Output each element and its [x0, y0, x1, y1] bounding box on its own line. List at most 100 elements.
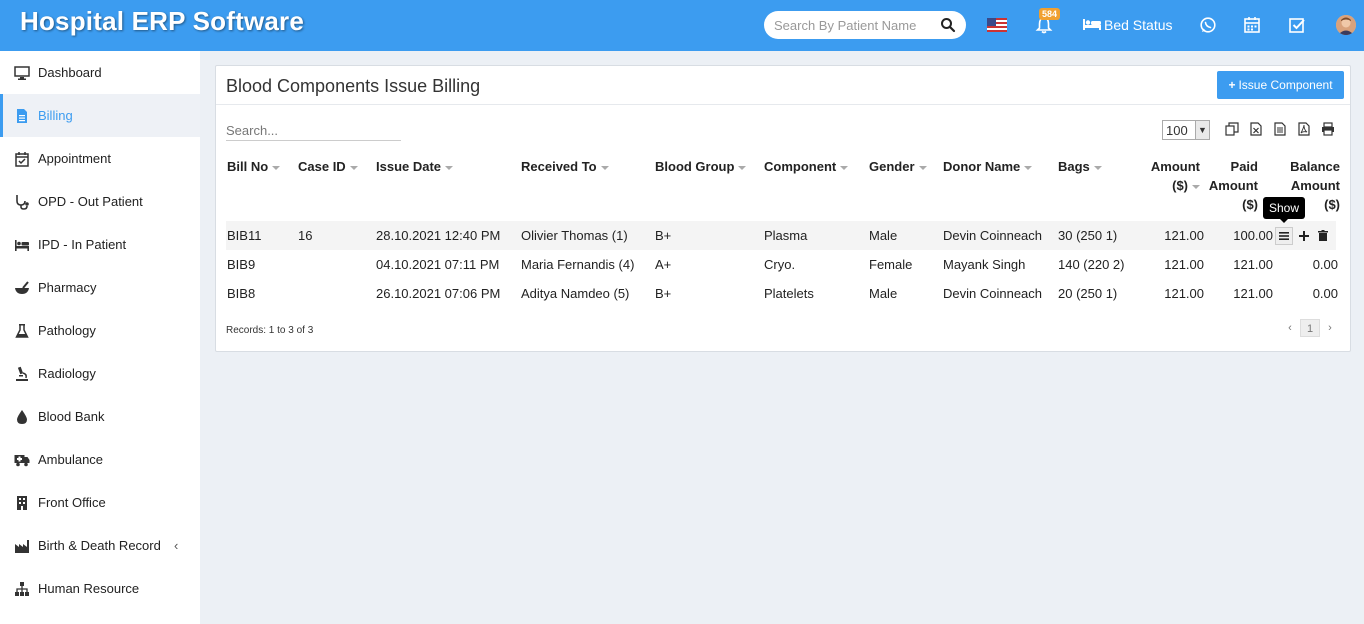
- sidebar-item-opd[interactable]: OPD - Out Patient: [0, 180, 200, 223]
- file-icon: [17, 109, 27, 123]
- sort-caret-icon: [272, 165, 281, 170]
- issue-component-button[interactable]: + Issue Component: [1217, 71, 1344, 99]
- app-title[interactable]: Hospital ERP Software: [20, 6, 304, 37]
- calendar-check-icon: [15, 152, 29, 167]
- column-header-component[interactable]: Component: [764, 157, 849, 176]
- issue-component-label: Issue Component: [1238, 78, 1333, 92]
- sidebar-item-pathology[interactable]: Pathology: [0, 309, 200, 352]
- column-header-bags[interactable]: Bags: [1058, 157, 1102, 176]
- search-icon[interactable]: [940, 17, 956, 33]
- table-search-input[interactable]: [226, 120, 401, 141]
- bed-icon[interactable]: [1082, 17, 1102, 31]
- whatsapp-icon[interactable]: [1199, 16, 1217, 34]
- sidebar-item-front-office[interactable]: Front Office: [0, 481, 200, 524]
- cell-bill-no: BIB8: [227, 286, 256, 301]
- cell-donor-name: Mayank Singh: [943, 257, 1026, 272]
- cell-bill-no: BIB9: [227, 257, 256, 272]
- cell-paid-amount: 121.00: [1233, 286, 1273, 301]
- column-header-received-to[interactable]: Received To: [521, 157, 609, 176]
- sidebar-item-appointment[interactable]: Appointment: [0, 137, 200, 180]
- delete-button[interactable]: [1314, 227, 1332, 245]
- pagination-page[interactable]: 1: [1300, 319, 1320, 337]
- cell-blood-group: B+: [655, 228, 672, 243]
- records-count: Records: 1 to 3 of 3: [226, 325, 314, 336]
- billing-panel: Blood Components Issue Billing + Issue Co…: [215, 65, 1351, 352]
- column-header-bill-no[interactable]: Bill No: [227, 157, 281, 176]
- patient-search-box[interactable]: [764, 11, 966, 39]
- column-header-blood-group[interactable]: Blood Group: [655, 157, 747, 176]
- excel-icon[interactable]: [1249, 122, 1263, 136]
- sort-caret-icon: [349, 165, 358, 170]
- trash-icon: [1318, 230, 1328, 241]
- us-flag-icon[interactable]: [987, 18, 1007, 32]
- csv-icon[interactable]: [1273, 122, 1287, 136]
- sidebar-item-label: Radiology: [38, 366, 96, 381]
- task-check-icon[interactable]: [1288, 16, 1306, 34]
- sidebar-item-birth-death-record[interactable]: Birth & Death Record ‹: [0, 524, 200, 567]
- building-icon: [17, 496, 27, 510]
- table-row[interactable]: BIB8 26.10.2021 07:06 PM Aditya Namdeo (…: [226, 279, 1338, 308]
- sidebar-item-ipd[interactable]: IPD - In Patient: [0, 223, 200, 266]
- sidebar: Dashboard Billing Appointment OPD - Out …: [0, 51, 200, 624]
- cell-component: Cryo.: [764, 257, 796, 272]
- copy-icon[interactable]: [1225, 122, 1239, 136]
- user-avatar-image: [1336, 15, 1356, 35]
- sidebar-item-ambulance[interactable]: Ambulance: [0, 438, 200, 481]
- sidebar-item-human-resource[interactable]: Human Resource: [0, 567, 200, 610]
- table-row[interactable]: BIB9 04.10.2021 07:11 PM Maria Fernandis…: [226, 250, 1338, 279]
- column-header-case-id[interactable]: Case ID: [298, 157, 358, 176]
- show-tooltip: Show: [1263, 197, 1305, 223]
- cell-balance-amount: 0.00: [1312, 286, 1338, 301]
- sidebar-item-label: Pharmacy: [38, 280, 97, 295]
- cell-amount: 121.00: [1164, 257, 1204, 272]
- column-header-paid-amount[interactable]: Paid Amount ($): [1206, 157, 1258, 214]
- sidebar-item-blood-bank[interactable]: Blood Bank: [0, 395, 200, 438]
- add-payment-button[interactable]: [1295, 227, 1313, 245]
- cell-gender: Female: [869, 257, 913, 272]
- sidebar-item-label: OPD - Out Patient: [38, 194, 143, 209]
- mortar-pestle-icon: [15, 281, 29, 294]
- table-row[interactable]: BIB11 16 28.10.2021 12:40 PM Olivier Tho…: [226, 221, 1336, 250]
- column-header-label: Blood Group: [655, 159, 735, 174]
- cell-bags: 140 (220 2): [1058, 257, 1125, 272]
- patient-search-input[interactable]: [774, 16, 934, 34]
- user-avatar[interactable]: [1336, 15, 1356, 35]
- column-header-label: ($): [1242, 197, 1258, 212]
- sidebar-item-radiology[interactable]: Radiology: [0, 352, 200, 395]
- column-header-label: Paid: [1230, 159, 1258, 174]
- page-size-select[interactable]: 100 ▼: [1162, 120, 1210, 140]
- calendar-icon[interactable]: [1243, 16, 1261, 34]
- sort-caret-icon: [1093, 165, 1102, 170]
- cell-blood-group: B+: [655, 286, 672, 301]
- sidebar-item-label: IPD - In Patient: [38, 237, 127, 252]
- pagination-prev[interactable]: ‹: [1282, 319, 1298, 337]
- sidebar-item-label: Billing: [38, 108, 73, 123]
- column-header-donor-name[interactable]: Donor Name: [943, 157, 1033, 176]
- tint-icon: [17, 410, 27, 424]
- show-button[interactable]: [1275, 227, 1293, 245]
- sidebar-item-pharmacy[interactable]: Pharmacy: [0, 266, 200, 309]
- pagination-next[interactable]: ›: [1322, 319, 1338, 337]
- column-header-issue-date[interactable]: Issue Date: [376, 157, 454, 176]
- print-icon[interactable]: [1321, 122, 1335, 136]
- stethoscope-icon: [16, 195, 29, 210]
- sidebar-item-dashboard[interactable]: Dashboard: [0, 51, 200, 94]
- cell-donor-name: Devin Coinneach: [943, 286, 1043, 301]
- sidebar-item-billing[interactable]: Billing: [0, 94, 200, 137]
- cell-gender: Male: [869, 228, 898, 243]
- column-header-amount[interactable]: Amount ($): [1136, 157, 1200, 195]
- cell-blood-group: A+: [655, 257, 672, 272]
- top-header: Hospital ERP Software 584 Bed Status: [0, 0, 1364, 51]
- sort-caret-icon: [840, 165, 849, 170]
- column-header-label: Received To: [521, 159, 597, 174]
- plus-icon: +: [1228, 78, 1236, 92]
- bed-status-link[interactable]: Bed Status: [1104, 17, 1173, 33]
- chevron-left-icon[interactable]: ‹: [174, 538, 178, 553]
- sort-caret-icon: [1024, 165, 1033, 170]
- column-header-label: ($): [1172, 178, 1188, 193]
- pdf-icon[interactable]: [1297, 122, 1311, 136]
- cell-bags: 20 (250 1): [1058, 286, 1118, 301]
- sort-caret-icon: [738, 165, 747, 170]
- sidebar-item-label: Human Resource: [38, 581, 140, 596]
- column-header-gender[interactable]: Gender: [869, 157, 927, 176]
